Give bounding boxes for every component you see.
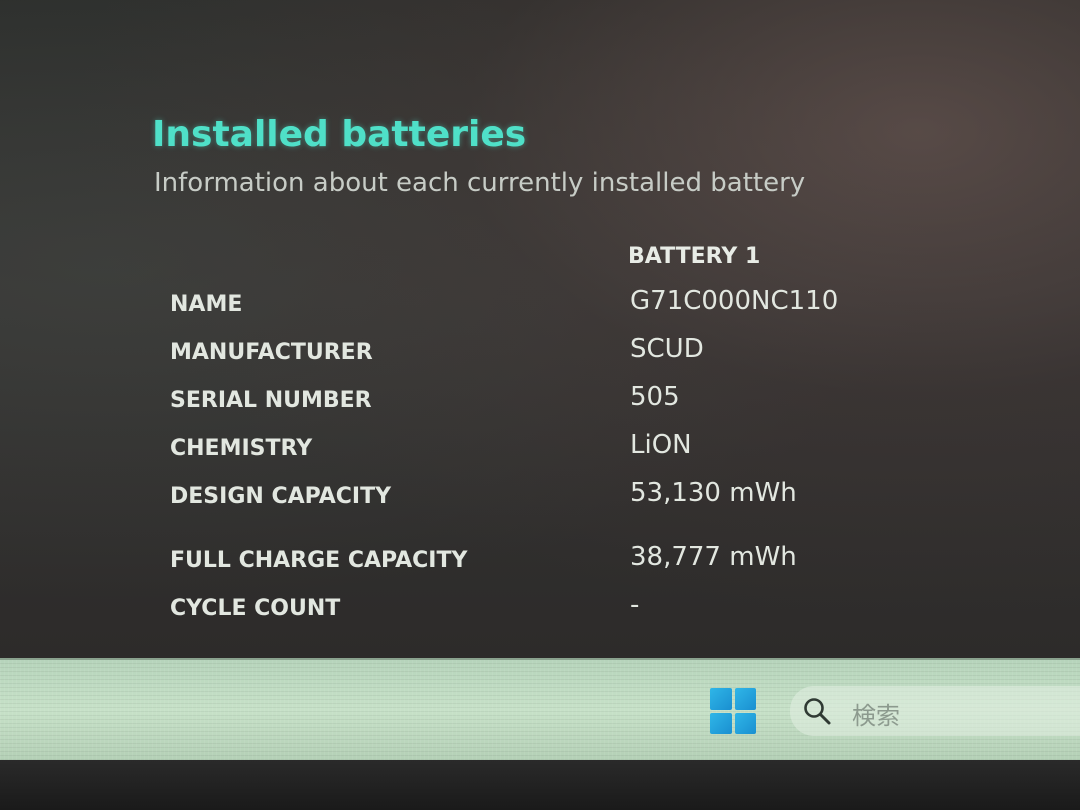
field-label-cycle-count: CYCLE COUNT [170, 596, 341, 621]
field-label-serial-number: SERIAL NUMBER [170, 388, 372, 413]
monitor-bezel [0, 760, 1080, 810]
field-label-design-capacity: DESIGN CAPACITY [170, 484, 392, 509]
field-value-full-charge-capacity: 38,777 mWh [630, 542, 797, 572]
field-value-serial-number: 505 [630, 382, 680, 412]
report-subtitle: Information about each currently install… [154, 168, 806, 198]
search-box[interactable] [790, 686, 1080, 736]
field-label-chemistry: CHEMISTRY [170, 436, 313, 461]
field-value-chemistry: LiON [630, 430, 692, 460]
battery-column-header: BATTERY 1 [628, 244, 761, 269]
field-label-manufacturer: MANUFACTURER [170, 340, 373, 365]
field-value-design-capacity: 53,130 mWh [630, 478, 797, 508]
field-value-cycle-count: - [630, 590, 640, 620]
field-value-name: G71C000NC110 [630, 286, 839, 316]
screen-area: Installed batteries Information about ea… [0, 0, 1080, 660]
search-icon [804, 698, 831, 725]
field-label-name: NAME [170, 292, 243, 317]
search-placeholder[interactable]: 検索 [852, 696, 900, 731]
start-button[interactable] [710, 688, 756, 734]
field-label-full-charge-capacity: FULL CHARGE CAPACITY [170, 548, 468, 573]
report-title: Installed batteries [152, 114, 527, 155]
field-value-manufacturer: SCUD [630, 334, 704, 364]
windows-logo-icon [710, 688, 732, 710]
